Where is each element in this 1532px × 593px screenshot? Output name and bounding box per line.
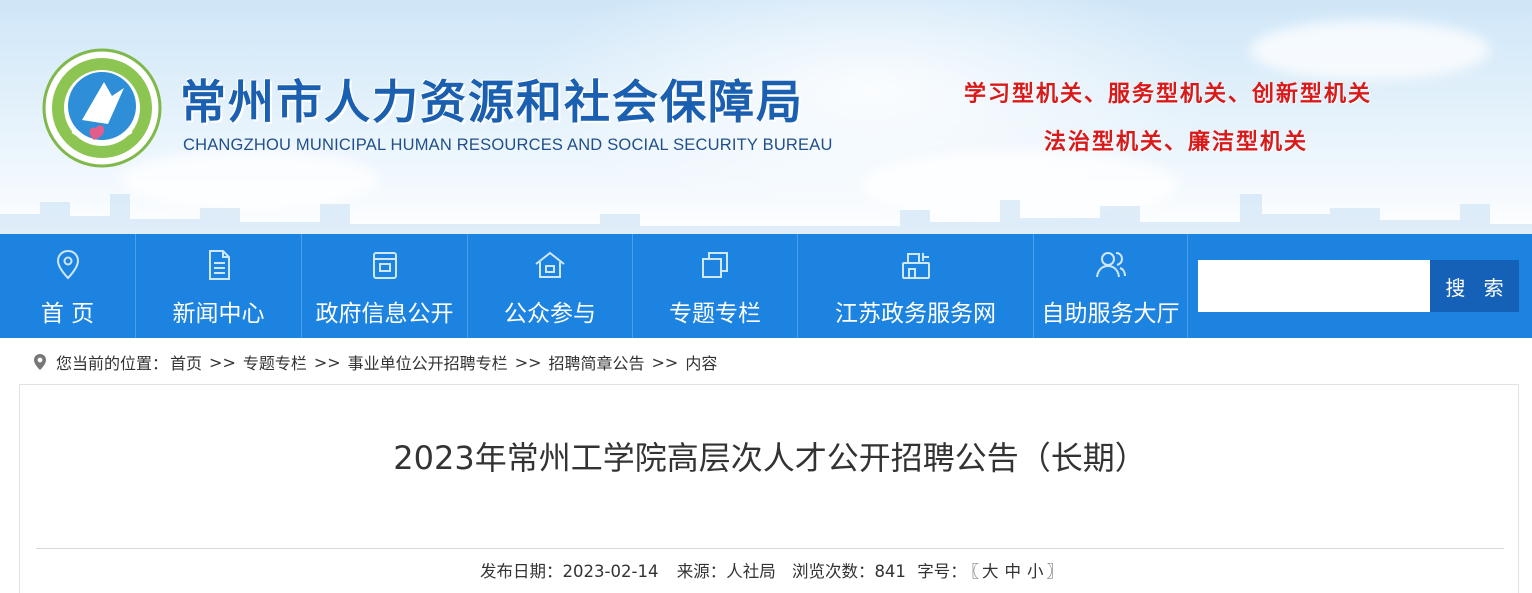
nav-item-jiangsu-gov-service[interactable]: 江苏政务服务网 bbox=[798, 234, 1033, 338]
site-subtitle: CHANGZHOU MUNICIPAL HUMAN RESOURCES AND … bbox=[183, 136, 833, 154]
nav-item-self-service-hall[interactable]: 自助服务大厅 bbox=[1034, 234, 1187, 338]
breadcrumb-prefix: 您当前的位置： bbox=[56, 354, 169, 373]
main-nav: 首 页 新闻中心 政府信息公开 公众参与 专题专栏 江苏政务服务网 自助服务大厅… bbox=[0, 234, 1532, 338]
article-container: 2023年常州工学院高层次人才公开招聘公告（长期） 发布日期：2023-02-1… bbox=[19, 384, 1519, 593]
breadcrumb-separator: >> bbox=[651, 352, 679, 372]
slogan-line-1: 学习型机关、服务型机关、创新型机关 bbox=[964, 81, 1373, 107]
font-size-bracket-open: 〖 bbox=[970, 562, 979, 581]
font-size-large-option[interactable]: 大 bbox=[982, 562, 999, 581]
font-size-bracket-close: 〗 bbox=[1046, 562, 1063, 581]
views-label: 浏览次数： bbox=[791, 562, 875, 581]
location-pin-icon bbox=[56, 249, 79, 280]
document-icon bbox=[208, 250, 230, 280]
font-size-label: 字号： bbox=[917, 562, 967, 581]
article-meta: 发布日期：2023-02-14 来源：人社局 浏览次数：841 字号：〖大中小〗 bbox=[20, 558, 1520, 582]
banner-cloud bbox=[1250, 20, 1490, 80]
font-size-small-option[interactable]: 小 bbox=[1027, 562, 1044, 581]
breadcrumb-separator: >> bbox=[313, 352, 341, 372]
nav-item-label: 首 页 bbox=[40, 301, 95, 327]
publish-date: 2023-02-14 bbox=[562, 562, 659, 581]
breadcrumb-separator: >> bbox=[514, 352, 542, 372]
nav-item-label: 政府信息公开 bbox=[315, 301, 454, 327]
search-input[interactable] bbox=[1198, 260, 1430, 312]
users-icon bbox=[1095, 252, 1126, 278]
nav-item-gov-info[interactable]: 政府信息公开 bbox=[302, 234, 467, 338]
nav-item-special-topics[interactable]: 专题专栏 bbox=[633, 234, 797, 338]
breadcrumb-item-content[interactable]: 内容 bbox=[685, 350, 717, 374]
breadcrumb-item-recruitment-notices[interactable]: 招聘简章公告 bbox=[549, 350, 645, 374]
article-title: 2023年常州工学院高层次人才公开招聘公告（长期） bbox=[393, 439, 1147, 477]
nav-divider bbox=[1187, 234, 1188, 338]
font-size-medium-option[interactable]: 中 bbox=[1004, 562, 1021, 581]
breadcrumb: 您当前的位置： 首页 >> 专题专栏 >> 事业单位公开招聘专栏 >> 招聘简章… bbox=[32, 350, 717, 374]
nav-item-label: 公众参与 bbox=[504, 301, 596, 327]
folder-info-icon bbox=[372, 252, 397, 279]
search-button[interactable]: 搜 索 bbox=[1430, 260, 1519, 312]
views-count: 841 bbox=[874, 562, 906, 581]
breadcrumb-item-recruitment-column[interactable]: 事业单位公开招聘专栏 bbox=[348, 350, 508, 374]
service-building-icon bbox=[901, 253, 930, 279]
breadcrumb-separator: >> bbox=[209, 352, 236, 372]
nav-item-label: 自助服务大厅 bbox=[1041, 301, 1180, 327]
site-banner: 常州市人力资源和社会保障局 CHANGZHOU MUNICIPAL HUMAN … bbox=[0, 0, 1532, 234]
nav-item-label: 江苏政务服务网 bbox=[835, 301, 996, 327]
site-title: 常州市人力资源和社会保障局 bbox=[180, 75, 804, 129]
layers-icon bbox=[702, 252, 728, 278]
nav-item-public-participation[interactable]: 公众参与 bbox=[468, 234, 632, 338]
source-label: 来源： bbox=[676, 562, 727, 581]
bureau-emblem-icon bbox=[42, 48, 162, 168]
breadcrumb-item-special-topics[interactable]: 专题专栏 bbox=[243, 350, 307, 374]
city-skyline-decoration bbox=[0, 194, 1532, 234]
nav-item-news[interactable]: 新闻中心 bbox=[136, 234, 301, 338]
title-divider bbox=[36, 548, 1504, 549]
breadcrumb-item-home[interactable]: 首页 bbox=[170, 350, 202, 374]
nav-item-home[interactable]: 首 页 bbox=[0, 234, 135, 338]
slogan-line-2: 法治型机关、廉洁型机关 bbox=[1044, 129, 1309, 155]
nav-item-label: 新闻中心 bbox=[172, 301, 265, 327]
source-value: 人社局 bbox=[726, 562, 776, 581]
nav-item-label: 专题专栏 bbox=[669, 301, 761, 327]
house-icon bbox=[535, 251, 565, 278]
location-pin-icon bbox=[34, 354, 46, 370]
publish-date-label: 发布日期： bbox=[480, 562, 563, 581]
